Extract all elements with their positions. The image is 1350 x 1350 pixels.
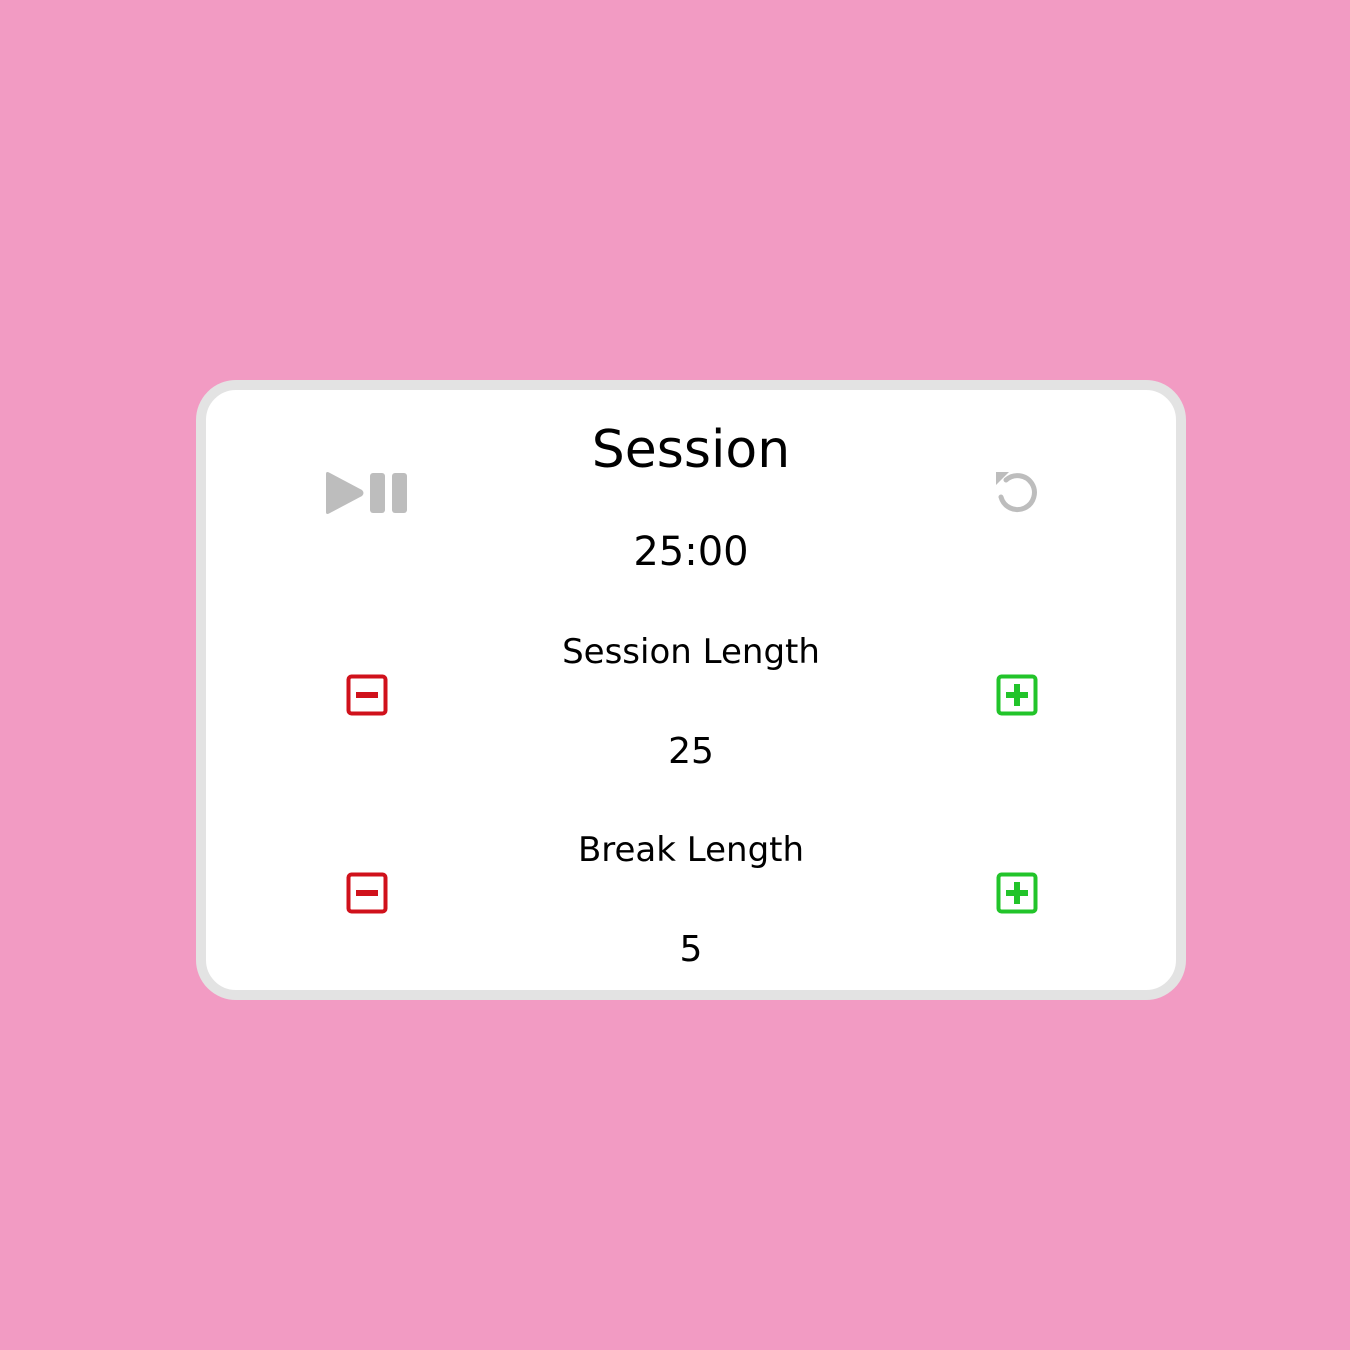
- break-length-label: Break Length: [577, 830, 805, 870]
- timer-card: Session 25:00 Session Length 25 Break Le…: [196, 380, 1186, 1000]
- break-decrement-button[interactable]: [346, 872, 388, 914]
- minus-square-icon: [346, 674, 388, 716]
- session-length-label: Session Length: [562, 632, 820, 672]
- play-pause-button[interactable]: [324, 470, 410, 516]
- break-increment-button[interactable]: [996, 872, 1038, 914]
- plus-square-icon: [996, 872, 1038, 914]
- plus-square-icon: [996, 674, 1038, 716]
- play-pause-icon: [326, 472, 407, 514]
- session-length-value: 25: [668, 731, 714, 772]
- reset-icon: [996, 472, 1037, 513]
- session-increment-button[interactable]: [996, 674, 1038, 716]
- minus-square-icon: [346, 872, 388, 914]
- break-length-value: 5: [679, 929, 703, 970]
- timer-display: 25:00: [633, 529, 749, 575]
- reset-button[interactable]: [992, 468, 1042, 518]
- session-decrement-button[interactable]: [346, 674, 388, 716]
